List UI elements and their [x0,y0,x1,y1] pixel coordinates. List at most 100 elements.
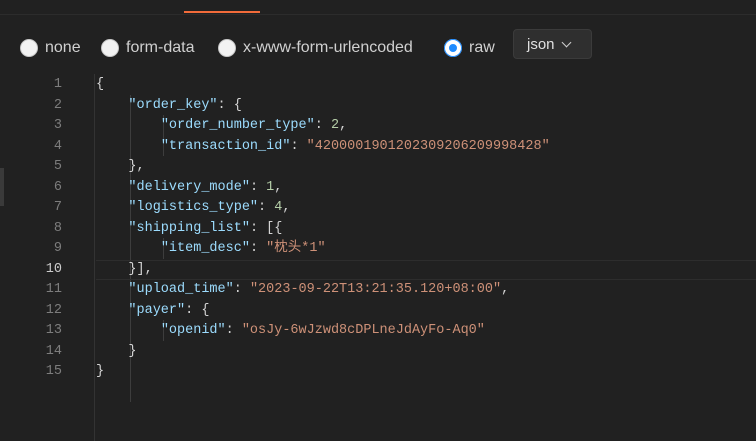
code-token: "枕头*1" [266,241,326,256]
code-token: } [96,364,105,379]
radio-urlencoded-circle[interactable] [218,39,236,57]
radio-none-label[interactable]: none [45,39,81,57]
radio-raw[interactable]: raw [444,37,495,59]
format-select[interactable]: json [513,29,592,59]
code-token: : [258,200,275,215]
radio-form-data-label[interactable]: form-data [126,39,194,57]
code-line[interactable]: 9 "item_desc": "枕头*1" [0,239,756,260]
line-number: 4 [53,138,62,154]
code-line[interactable]: 8 "shipping_list": [{ [0,219,756,240]
line-number: 14 [45,343,62,359]
code-token: "openid" [160,323,226,338]
format-select-value[interactable]: json [527,36,555,53]
code-line[interactable]: 14 } [0,342,756,363]
code-text[interactable]: "shipping_list": [{ [96,219,282,240]
code-text[interactable]: "logistics_type": 4, [96,198,290,219]
code-text[interactable]: }, [96,157,145,178]
line-number: 11 [45,282,62,297]
radio-raw-label[interactable]: raw [469,39,495,57]
line-number: 2 [53,97,62,113]
code-token: }, [96,159,145,174]
radio-form-data[interactable]: form-data [101,37,194,59]
code-text[interactable]: } [96,342,137,363]
code-line[interactable]: 11 "upload_time": "2023-09-22T13:21:35.1… [0,280,756,301]
code-line[interactable]: 6 "delivery_mode": 1, [0,178,756,199]
code-text[interactable]: "delivery_mode": 1, [96,178,282,199]
code-token: "2023-09-22T13:21:35.120+08:00" [249,282,502,297]
code-line[interactable]: 13 "openid": "osJy-6wJzwd8cDPLneJdAyFo-A… [0,321,756,342]
code-token: : [314,118,331,133]
radio-none[interactable]: none [20,37,81,59]
code-editor[interactable]: 1{2 "order_key": {3 "order_number_type":… [0,74,756,441]
code-token: : [249,241,267,256]
code-token: , [274,179,283,195]
code-token: , [339,118,348,133]
code-token: "shipping_list" [128,220,250,236]
code-text[interactable]: }], [96,260,152,281]
code-token: "transaction_id" [160,138,291,154]
line-number: 9 [53,241,62,256]
code-token: , [501,282,510,297]
code-token: 2 [330,118,340,133]
code-text[interactable]: { [96,75,104,96]
code-text[interactable]: "payer": { [96,301,209,322]
code-line[interactable]: 7 "logistics_type": 4, [0,198,756,219]
code-line[interactable]: 4 "transaction_id": "4200001901202309206… [0,137,756,158]
code-token: "delivery_mode" [128,179,250,195]
code-token: } [96,343,137,359]
radio-x-www-form-urlencoded[interactable]: x-www-form-urlencoded [218,37,413,59]
code-token: : [290,138,307,154]
code-token: "item_desc" [160,241,250,256]
line-number: 12 [45,302,62,318]
code-token: "order_key" [128,97,218,113]
line-number: 10 [45,261,62,277]
code-token: : [249,179,267,195]
code-token: "logistics_type" [128,200,259,215]
code-token: : [225,323,242,338]
chevron-down-icon[interactable] [561,37,571,47]
code-token: "order_number_type" [160,118,315,133]
line-number: 6 [53,179,62,195]
radio-form-data-circle[interactable] [101,39,119,57]
code-token: : [233,282,250,297]
radio-urlencoded-label[interactable]: x-www-form-urlencoded [243,39,413,57]
code-text[interactable]: "openid": "osJy-6wJzwd8cDPLneJdAyFo-Aq0" [96,321,485,342]
line-number: 15 [45,364,62,379]
radio-none-circle[interactable] [20,39,38,57]
code-token: "payer" [128,302,186,318]
line-number: 8 [53,220,62,236]
code-line[interactable]: 3 "order_number_type": 2, [0,116,756,137]
code-text[interactable]: "transaction_id": "420000190120230920620… [96,137,550,158]
code-line[interactable]: 2 "order_key": { [0,96,756,117]
code-line[interactable]: 15} [0,362,756,383]
code-token: { [96,77,105,92]
code-token: : { [185,302,210,318]
code-line[interactable]: 5 }, [0,157,756,178]
code-line[interactable]: 1{ [0,75,756,96]
line-number: 3 [53,118,62,133]
active-tab-indicator [184,11,260,13]
line-number: 13 [45,323,62,338]
line-number: 7 [53,200,62,215]
active-line-highlight [96,259,756,280]
radio-raw-circle[interactable] [444,39,462,57]
code-line[interactable]: 10 }], [0,259,756,281]
code-token: : { [217,97,242,113]
body-mode-bar: none form-data x-www-form-urlencoded raw… [0,28,756,68]
code-token: , [282,200,291,215]
code-text[interactable]: "order_key": { [96,96,242,117]
code-text[interactable]: "upload_time": "2023-09-22T13:21:35.120+… [96,280,509,301]
code-text[interactable]: "item_desc": "枕头*1" [96,239,326,260]
code-text[interactable]: "order_number_type": 2, [96,116,347,137]
code-token: "4200001901202309206209998428" [306,138,550,154]
code-text[interactable]: } [96,362,104,383]
code-line[interactable]: 12 "payer": { [0,301,756,322]
